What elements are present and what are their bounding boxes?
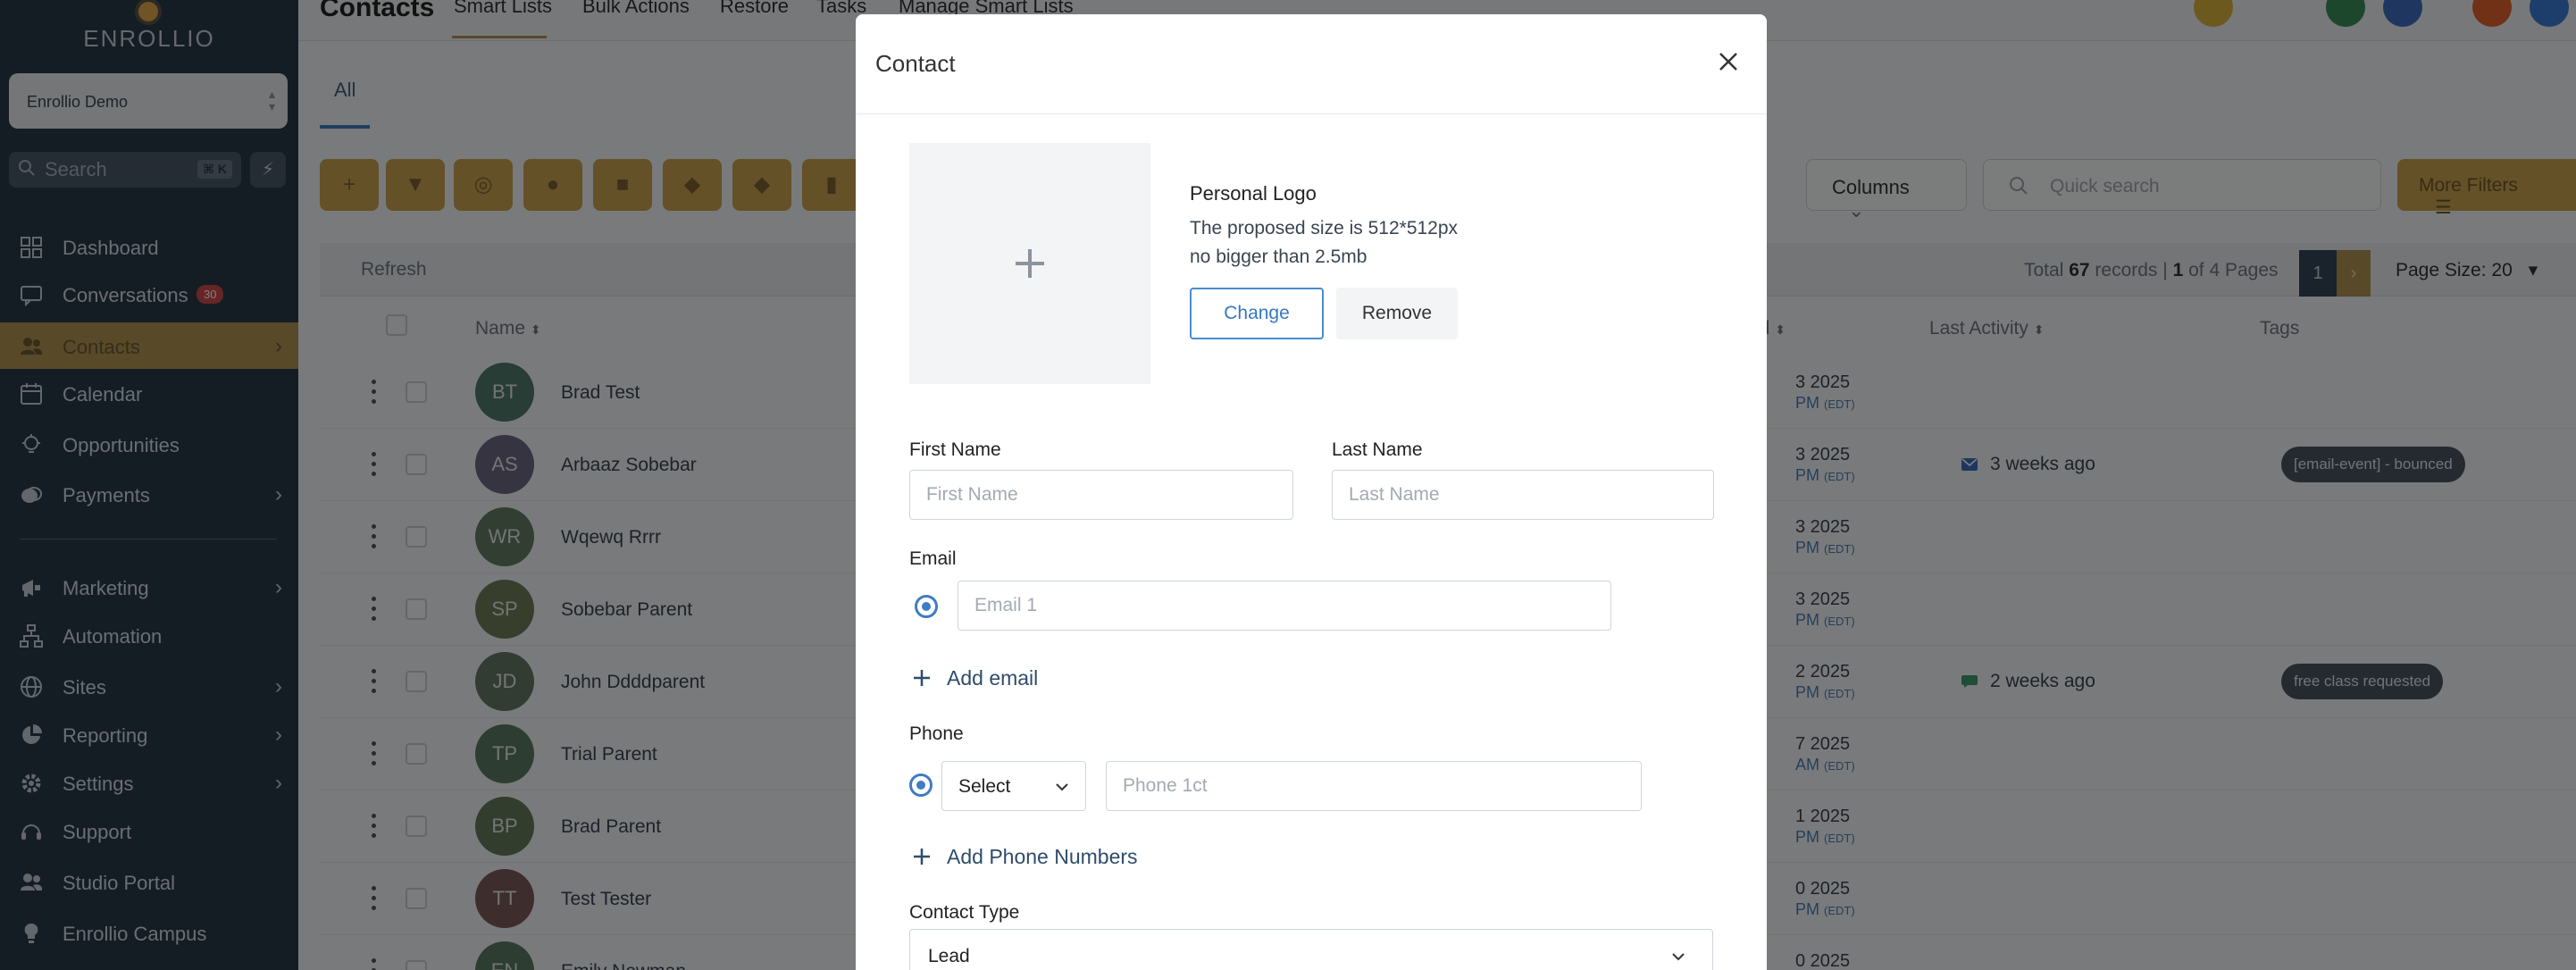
phone-label: Phone [909, 723, 964, 744]
add-phone-label: Add Phone Numbers [947, 845, 1138, 868]
last-name-label: Last Name [1332, 439, 1423, 460]
country-code-select[interactable]: Select [941, 761, 1086, 811]
first-name-label: First Name [909, 439, 1001, 460]
add-email-button[interactable]: Add email [913, 666, 1038, 690]
first-name-input[interactable] [909, 470, 1293, 520]
primary-phone-radio[interactable] [909, 773, 933, 797]
remove-logo-button[interactable]: Remove [1336, 288, 1458, 339]
logo-limit-hint: no bigger than 2.5mb [1190, 247, 1367, 267]
chevron-down-icon [1056, 783, 1068, 791]
logo-upload-area[interactable] [909, 143, 1150, 384]
contact-type-select[interactable]: Lead [909, 929, 1713, 970]
close-icon[interactable] [1717, 50, 1740, 73]
logo-title: Personal Logo [1190, 182, 1317, 205]
contact-modal: Contact Personal Logo The proposed size … [856, 14, 1767, 970]
primary-email-radio[interactable] [915, 595, 938, 618]
contact-type-value: Lead [928, 946, 970, 966]
email-label: Email [909, 548, 957, 569]
plus-icon [1016, 249, 1044, 278]
plus-icon [914, 670, 930, 686]
add-email-label: Add email [947, 666, 1039, 690]
modal-title: Contact [875, 50, 956, 77]
country-code-value: Select [958, 776, 1011, 797]
change-logo-button[interactable]: Change [1190, 288, 1324, 339]
last-name-input[interactable] [1332, 470, 1714, 520]
email-input[interactable] [958, 581, 1611, 631]
add-phone-button[interactable]: Add Phone Numbers [913, 845, 1138, 869]
phone-input[interactable] [1106, 761, 1642, 811]
chevron-down-icon [1672, 953, 1685, 961]
contact-type-label: Contact Type [909, 902, 1020, 923]
modal-header: Contact [856, 14, 1767, 114]
plus-icon [914, 849, 930, 865]
logo-size-hint: The proposed size is 512*512px [1190, 218, 1459, 238]
